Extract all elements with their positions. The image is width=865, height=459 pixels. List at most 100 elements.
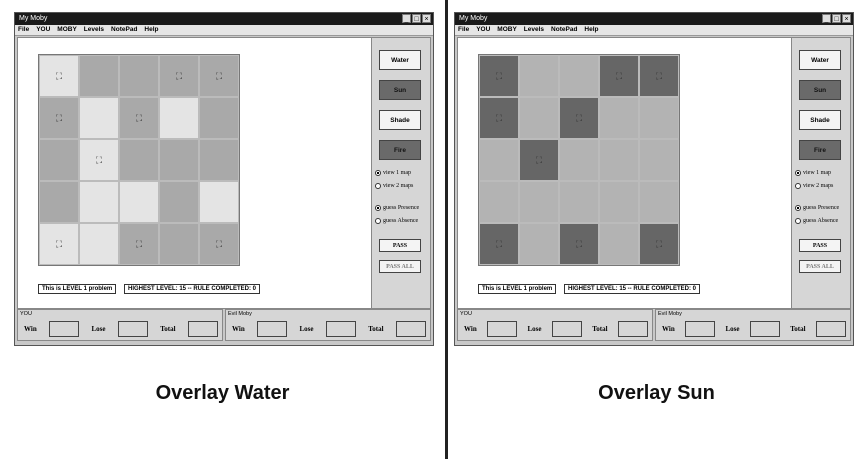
overlay-sun-button[interactable]: Sun xyxy=(799,80,841,100)
map-cell[interactable]: ⛶ xyxy=(479,97,519,139)
radio-dot xyxy=(795,170,801,176)
evil-moby-score-label: Evil Moby xyxy=(228,311,252,317)
map-cell[interactable]: ⛶ xyxy=(519,139,559,181)
map-cell[interactable] xyxy=(479,139,519,181)
map-cell[interactable]: ⛶ xyxy=(199,55,239,97)
map-cell[interactable]: ⛶ xyxy=(639,223,679,265)
menu-item-moby[interactable]: MOBY xyxy=(57,25,77,35)
map-cell[interactable] xyxy=(599,223,639,265)
maximize-button[interactable]: □ xyxy=(832,14,841,23)
map-cell[interactable] xyxy=(79,223,119,265)
overlay-shade-button[interactable]: Shade xyxy=(379,110,421,130)
map-cell[interactable]: ⛶ xyxy=(599,55,639,97)
lose-label: Lose xyxy=(91,325,106,333)
menu-item-help[interactable]: Help xyxy=(584,25,598,35)
close-button[interactable]: × xyxy=(842,14,851,23)
map-cell[interactable] xyxy=(39,139,79,181)
map-cell[interactable]: ⛶ xyxy=(39,223,79,265)
app-window: My Moby _ □ × File YOU MOBY Levels NotePad Help ⛶ ⛶… xyxy=(454,12,854,346)
map-cell[interactable] xyxy=(159,181,199,223)
panel-overlay-sun: My Moby _ □ × File YOU MOBY Levels NotePad Help ⛶ ⛶… xyxy=(448,0,865,459)
map-cell[interactable] xyxy=(559,139,599,181)
map-cell[interactable]: ⛶ xyxy=(639,55,679,97)
map-cell[interactable]: ⛶ xyxy=(479,55,519,97)
map-cell[interactable] xyxy=(559,55,599,97)
map-cell[interactable]: ⛶ xyxy=(119,97,159,139)
pass-all-button[interactable]: PASS ALL xyxy=(799,260,841,273)
menu-item-file[interactable]: File xyxy=(18,25,29,35)
map-cell[interactable]: ⛶ xyxy=(159,55,199,97)
map-cell[interactable]: ⛶ xyxy=(39,55,79,97)
menu-item-levels[interactable]: Levels xyxy=(524,25,544,35)
view-radio-1[interactable]: view 1 map xyxy=(795,170,831,176)
map-cell[interactable] xyxy=(39,181,79,223)
menu-item-file[interactable]: File xyxy=(458,25,469,35)
pass-button[interactable]: PASS xyxy=(379,239,421,252)
menu-item-help[interactable]: Help xyxy=(144,25,158,35)
map-cell[interactable]: ⛶ xyxy=(559,97,599,139)
overlay-fire-button[interactable]: Fire xyxy=(799,140,841,160)
map-cell[interactable]: ⛶ xyxy=(479,223,519,265)
map-cell[interactable] xyxy=(199,97,239,139)
window-controls: _ □ × xyxy=(402,14,431,23)
map-cell[interactable] xyxy=(79,97,119,139)
map-cell[interactable] xyxy=(199,181,239,223)
overlay-shade-button[interactable]: Shade xyxy=(799,110,841,130)
guess-radio-1[interactable]: guess Presence xyxy=(375,205,419,211)
map-cell[interactable] xyxy=(559,181,599,223)
guess-radio-2[interactable]: guess Absence xyxy=(795,218,838,224)
map-cell[interactable] xyxy=(519,55,559,97)
view-radio-2[interactable]: view 2 maps xyxy=(795,183,833,189)
total-label: Total xyxy=(160,325,176,333)
map-cell[interactable] xyxy=(519,181,559,223)
map-cell[interactable] xyxy=(599,181,639,223)
overlay-water-button[interactable]: Water xyxy=(379,50,421,70)
map-cell[interactable]: ⛶ xyxy=(39,97,79,139)
view-radio-1[interactable]: view 1 map xyxy=(375,170,411,176)
maximize-button[interactable]: □ xyxy=(412,14,421,23)
menu-item-notepad[interactable]: NotePad xyxy=(551,25,577,35)
map-cell[interactable] xyxy=(159,97,199,139)
map-cell[interactable] xyxy=(79,55,119,97)
pass-all-button[interactable]: PASS ALL xyxy=(379,260,421,273)
lose-count-field xyxy=(551,321,582,337)
guess-radio-1[interactable]: guess Presence xyxy=(795,205,839,211)
map-cell[interactable]: ⛶ xyxy=(79,139,119,181)
map-cell[interactable] xyxy=(519,97,559,139)
pass-button[interactable]: PASS xyxy=(799,239,841,252)
overlay-water-button[interactable]: Water xyxy=(799,50,841,70)
close-button[interactable]: × xyxy=(422,14,431,23)
map-cell[interactable] xyxy=(119,55,159,97)
map-cell[interactable] xyxy=(119,139,159,181)
map-cell[interactable]: ⛶ xyxy=(119,223,159,265)
map-cell[interactable] xyxy=(159,139,199,181)
menu-item-you[interactable]: YOU xyxy=(36,25,50,35)
menu-item-you[interactable]: YOU xyxy=(476,25,490,35)
map-cell[interactable] xyxy=(159,223,199,265)
map-cell[interactable] xyxy=(199,139,239,181)
map-cell[interactable] xyxy=(599,97,639,139)
window-title: My Moby xyxy=(459,15,488,22)
minimize-button[interactable]: _ xyxy=(822,14,831,23)
menu-bar: File YOU MOBY Levels NotePad Help xyxy=(15,25,433,36)
map-cell[interactable] xyxy=(639,181,679,223)
overlay-fire-button[interactable]: Fire xyxy=(379,140,421,160)
guess-radio-2[interactable]: guess Absence xyxy=(375,218,418,224)
map-cell[interactable] xyxy=(519,223,559,265)
map-cell[interactable]: ⛶ xyxy=(559,223,599,265)
map-cell[interactable] xyxy=(599,139,639,181)
minimize-button[interactable]: _ xyxy=(402,14,411,23)
view-radio-2[interactable]: view 2 maps xyxy=(375,183,413,189)
menu-item-levels[interactable]: Levels xyxy=(84,25,104,35)
radio-dot xyxy=(375,218,381,224)
map-cell[interactable] xyxy=(639,139,679,181)
control-panel: Water Sun Shade Fire view 1 map view 2 maps gu… xyxy=(791,38,850,308)
map-cell[interactable] xyxy=(639,97,679,139)
map-cell[interactable] xyxy=(479,181,519,223)
menu-item-moby[interactable]: MOBY xyxy=(497,25,517,35)
map-cell[interactable] xyxy=(119,181,159,223)
menu-item-notepad[interactable]: NotePad xyxy=(111,25,137,35)
overlay-sun-button[interactable]: Sun xyxy=(379,80,421,100)
map-cell[interactable] xyxy=(79,181,119,223)
map-cell[interactable]: ⛶ xyxy=(199,223,239,265)
